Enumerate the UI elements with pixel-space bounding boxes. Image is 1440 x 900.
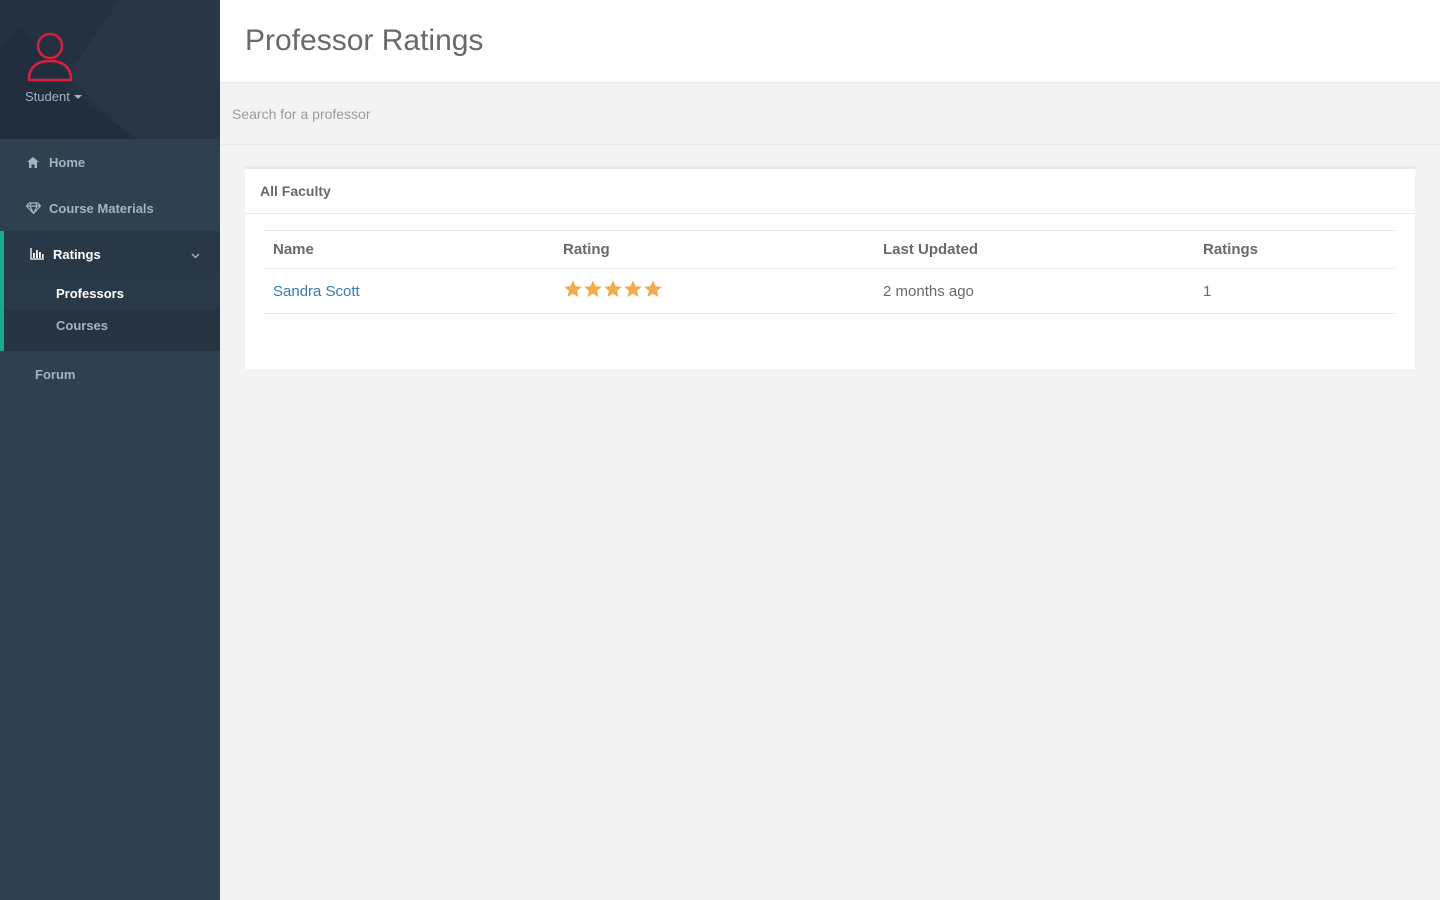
- role-label: Student: [25, 89, 70, 104]
- cell-name: Sandra Scott: [265, 268, 555, 314]
- page-header: Professor Ratings: [220, 0, 1440, 83]
- sidebar-subitem-courses[interactable]: Courses: [4, 309, 220, 341]
- sidebar-item-course-materials[interactable]: Course Materials: [0, 185, 220, 231]
- sidebar-item-label: Course Materials: [49, 200, 154, 216]
- faculty-table: Name Rating Last Updated Ratings Sandra …: [265, 230, 1395, 314]
- profile-header: Student: [0, 0, 220, 139]
- table-header-row: Name Rating Last Updated Ratings: [265, 230, 1395, 269]
- star-icon: [604, 280, 622, 297]
- user-avatar-icon: [27, 32, 73, 82]
- search-input[interactable]: [232, 105, 832, 122]
- panel-body: Name Rating Last Updated Ratings Sandra …: [245, 214, 1415, 330]
- sidebar: Student Home Course Materials Ratings Pr…: [0, 0, 220, 900]
- star-icon: [584, 280, 602, 297]
- star-icon: [624, 280, 642, 297]
- faculty-panel: All Faculty Name Rating Last Updated Rat…: [245, 166, 1415, 369]
- search-bar: [220, 83, 1440, 145]
- panel-title: All Faculty: [245, 169, 1415, 214]
- diamond-icon: [25, 201, 41, 215]
- sidebar-group-ratings: Ratings Professors Courses: [0, 231, 220, 351]
- star-icon: [564, 280, 582, 297]
- table-row: Sandra Scott 2 months ago 1: [265, 268, 1395, 314]
- cell-ratings-count: 1: [1195, 268, 1395, 314]
- ratings-submenu: Professors Courses: [4, 277, 220, 351]
- sidebar-item-label: Home: [49, 154, 86, 170]
- sidebar-subitem-professors[interactable]: Professors: [4, 277, 220, 309]
- column-header-ratings-count[interactable]: Ratings: [1195, 230, 1395, 269]
- sidebar-item-label: Ratings: [53, 246, 101, 262]
- cell-rating: [555, 268, 875, 314]
- column-header-rating[interactable]: Rating: [555, 230, 875, 269]
- sidebar-item-label: Forum: [35, 366, 76, 382]
- home-icon: [25, 155, 41, 169]
- sidebar-nav: Home Course Materials Ratings Professors…: [0, 139, 220, 397]
- cell-last-updated: 2 months ago: [875, 268, 1195, 314]
- page-title: Professor Ratings: [245, 24, 484, 57]
- main-content: Professor Ratings All Faculty Name Ratin…: [220, 0, 1440, 900]
- caret-down-icon: [73, 94, 82, 99]
- star-icon: [644, 280, 662, 297]
- professor-link[interactable]: Sandra Scott: [273, 283, 360, 300]
- sidebar-item-home[interactable]: Home: [0, 139, 220, 185]
- star-rating: [563, 279, 663, 299]
- bar-chart-icon: [29, 247, 45, 261]
- sidebar-item-forum[interactable]: Forum: [0, 351, 220, 397]
- column-header-last-updated[interactable]: Last Updated: [875, 230, 1195, 269]
- role-dropdown[interactable]: Student: [25, 89, 82, 104]
- chevron-down-icon: [191, 247, 200, 262]
- sidebar-item-ratings[interactable]: Ratings: [4, 231, 220, 277]
- column-header-name[interactable]: Name: [265, 230, 555, 269]
